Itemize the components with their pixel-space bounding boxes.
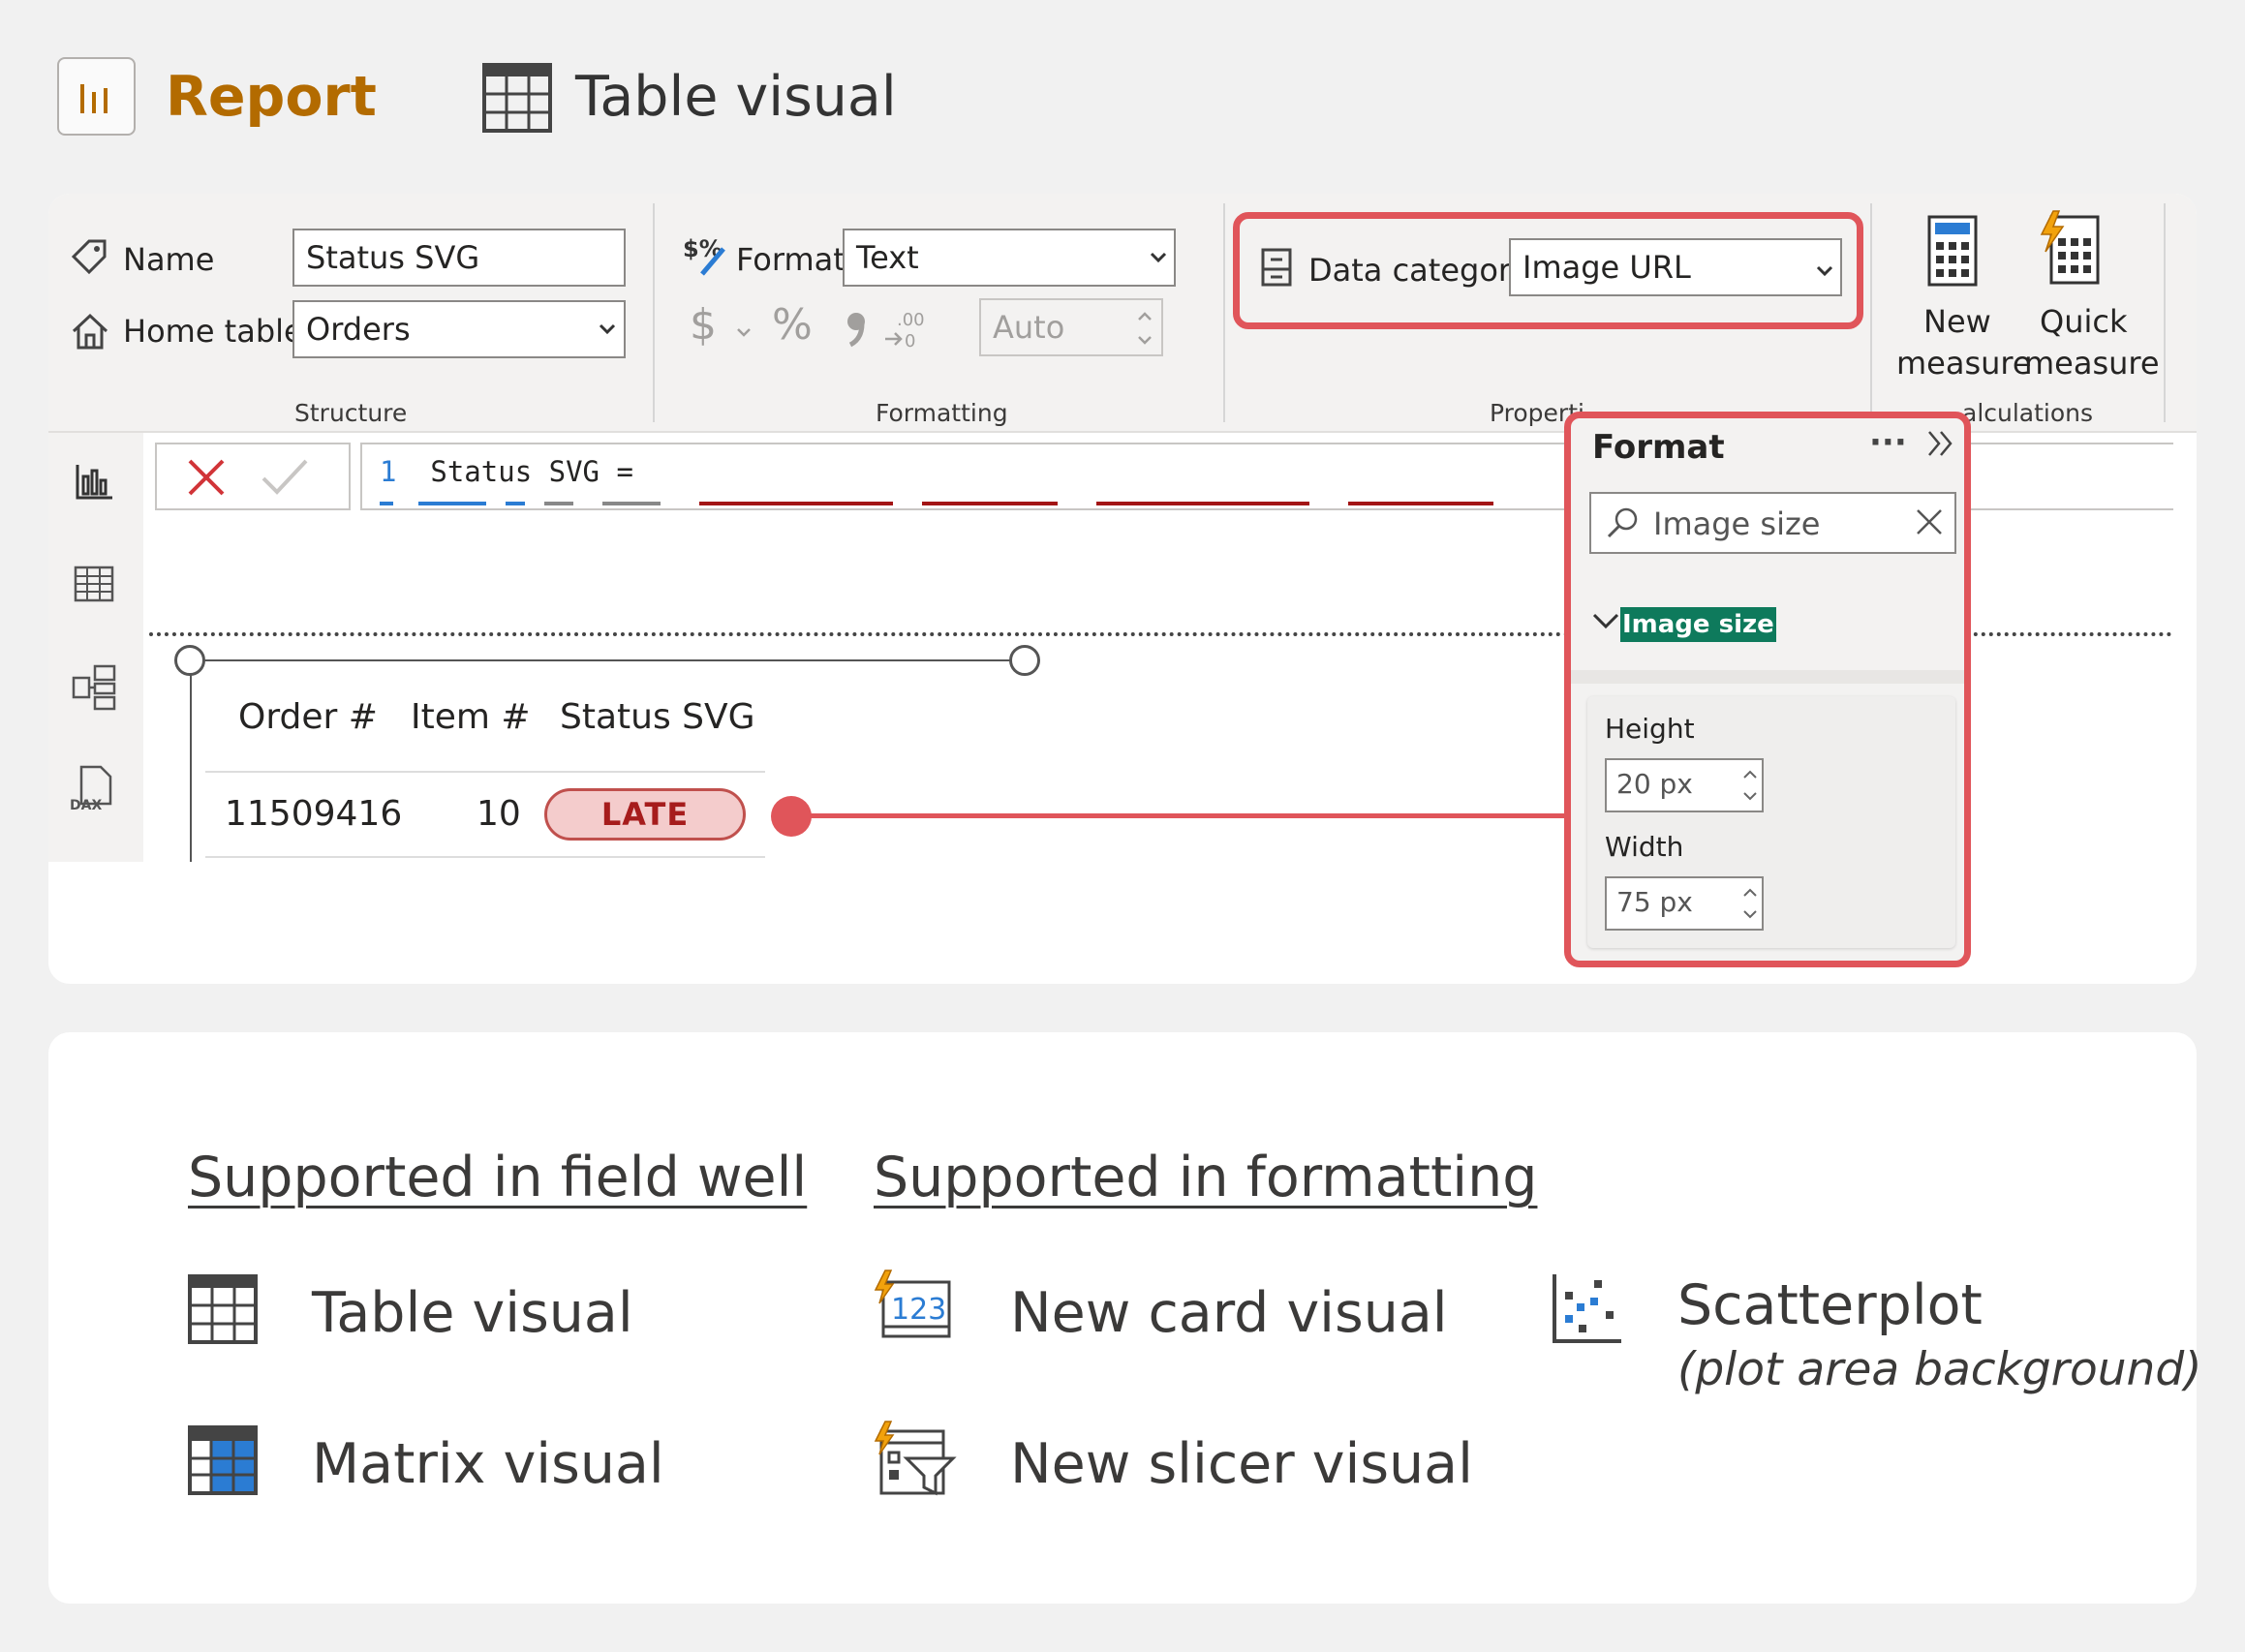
column-header-item[interactable]: Item # bbox=[411, 693, 531, 742]
svg-text:.00: .00 bbox=[897, 310, 925, 330]
currency-button[interactable]: $ bbox=[690, 304, 717, 347]
report-view-rail-icon[interactable] bbox=[76, 463, 114, 500]
visual-frame bbox=[190, 659, 192, 862]
report-view-icon[interactable] bbox=[57, 57, 136, 136]
group-divider bbox=[1870, 203, 1872, 422]
quick-measure-label-1[interactable]: Quick bbox=[2040, 300, 2127, 343]
format-pane: Format ··· Image size Image size Height … bbox=[1564, 412, 1971, 967]
group-divider bbox=[1223, 203, 1225, 422]
report-label: Report bbox=[166, 65, 377, 129]
formatting-item-new-card: New card visual bbox=[1010, 1281, 1448, 1345]
model-view-rail-icon[interactable] bbox=[72, 664, 118, 711]
table-visual-icon bbox=[482, 63, 552, 133]
formatting-heading: Supported in formatting bbox=[874, 1146, 1538, 1209]
group-divider bbox=[2164, 203, 2166, 422]
spinner-arrows-icon[interactable] bbox=[1135, 306, 1154, 351]
width-label: Width bbox=[1605, 831, 1684, 863]
home-icon bbox=[70, 312, 110, 351]
resize-handle[interactable] bbox=[174, 645, 205, 676]
field-well-heading: Supported in field well bbox=[188, 1146, 808, 1209]
resize-handle[interactable] bbox=[1009, 645, 1040, 676]
search-icon bbox=[1605, 505, 1640, 540]
chevron-down-icon bbox=[736, 327, 752, 337]
format-search-input[interactable]: Image size bbox=[1589, 492, 1956, 554]
chevron-down-icon bbox=[599, 323, 616, 335]
chevron-down-icon bbox=[1150, 252, 1167, 263]
table-visual-label: Table visual bbox=[575, 65, 897, 129]
column-header-order[interactable]: Order # bbox=[238, 693, 378, 742]
quick-measure-icon[interactable] bbox=[2034, 209, 2102, 287]
section-separator bbox=[1571, 670, 1964, 684]
new-measure-label-1[interactable]: New bbox=[1923, 300, 1991, 343]
data-category-highlight bbox=[1233, 212, 1863, 329]
group-divider bbox=[653, 203, 655, 422]
spinner-arrows-icon[interactable] bbox=[1740, 882, 1760, 925]
callout-connector bbox=[804, 813, 1569, 818]
new-measure-label-2[interactable]: measure bbox=[1896, 342, 2032, 384]
name-input[interactable]: Status SVG bbox=[292, 229, 626, 287]
home-table-value: Orders bbox=[306, 311, 411, 348]
format-value: Text bbox=[856, 239, 919, 276]
formula-code: Status SVG = bbox=[430, 455, 633, 488]
formula-bar-buttons bbox=[155, 443, 351, 510]
percent-button[interactable]: % bbox=[772, 304, 813, 347]
format-pane-title: Format bbox=[1592, 428, 1725, 467]
calculations-group-label: alculations bbox=[1962, 399, 2094, 427]
new-slicer-visual-icon bbox=[874, 1420, 957, 1497]
table-visual-icon bbox=[188, 1274, 258, 1344]
matrix-visual-icon bbox=[188, 1425, 258, 1495]
new-measure-icon[interactable] bbox=[1927, 215, 1978, 287]
card-icon-text: 123 bbox=[891, 1293, 946, 1327]
status-svg-late-badge: LATE bbox=[544, 788, 746, 841]
decimal-places-icon[interactable]: .00 0 bbox=[883, 306, 928, 351]
format-label: Format bbox=[736, 241, 846, 278]
comma-style-icon[interactable] bbox=[843, 310, 872, 349]
visual-frame bbox=[190, 659, 1025, 661]
svg-text:DAX: DAX bbox=[70, 798, 102, 813]
tag-icon bbox=[70, 237, 108, 276]
field-well-item-table: Table visual bbox=[312, 1281, 633, 1345]
spinner-arrows-icon[interactable] bbox=[1740, 764, 1760, 807]
formatting-item-new-slicer: New slicer visual bbox=[1010, 1432, 1473, 1496]
row-divider bbox=[205, 856, 765, 858]
svg-text:0: 0 bbox=[905, 331, 915, 351]
home-table-label: Home table bbox=[123, 313, 303, 350]
scatterplot-icon bbox=[1552, 1272, 1623, 1344]
quick-measure-label-2[interactable]: measure bbox=[2024, 342, 2160, 384]
callout-dot bbox=[771, 796, 812, 837]
format-select[interactable]: Text bbox=[843, 229, 1176, 287]
new-card-visual-icon: 123 bbox=[874, 1269, 953, 1342]
commit-formula-icon[interactable] bbox=[260, 457, 310, 498]
dax-query-view-rail-icon[interactable]: DAX bbox=[68, 765, 116, 813]
column-header-status-svg[interactable]: Status SVG bbox=[560, 693, 755, 742]
scatterplot-note: (plot area background) bbox=[1677, 1343, 2202, 1396]
cell-order: 11509416 bbox=[225, 794, 403, 834]
height-label: Height bbox=[1605, 713, 1695, 745]
home-table-select[interactable]: Orders bbox=[292, 300, 626, 358]
image-size-card: Height 20 px Width 75 px bbox=[1587, 696, 1955, 948]
table-view-rail-icon[interactable] bbox=[74, 566, 114, 602]
collapse-pane-icon[interactable] bbox=[1925, 430, 1954, 457]
search-value: Image size bbox=[1653, 505, 1821, 542]
decimals-value: Auto bbox=[993, 309, 1065, 346]
more-options-icon[interactable]: ··· bbox=[1869, 418, 1907, 467]
formula-line-2-clipped bbox=[380, 499, 1542, 508]
line-number: 1 bbox=[380, 455, 397, 488]
name-label: Name bbox=[123, 241, 215, 278]
formatting-group-label: Formatting bbox=[876, 399, 1008, 427]
height-value: 20 px bbox=[1616, 768, 1693, 800]
cancel-formula-icon[interactable] bbox=[186, 457, 227, 498]
formatting-item-scatterplot: Scatterplot bbox=[1677, 1273, 1983, 1337]
clear-search-icon[interactable] bbox=[1915, 507, 1944, 536]
image-size-section-header[interactable]: Image size bbox=[1620, 607, 1776, 642]
cell-item: 10 bbox=[477, 794, 521, 834]
header-divider bbox=[205, 771, 765, 773]
formula-line-1[interactable]: 1 Status SVG = bbox=[380, 452, 633, 491]
width-value: 75 px bbox=[1616, 886, 1693, 918]
chevron-down-icon[interactable] bbox=[1592, 612, 1619, 629]
structure-group-label: Structure bbox=[294, 399, 408, 427]
field-well-item-matrix: Matrix visual bbox=[312, 1432, 664, 1496]
format-icon: $% bbox=[683, 235, 729, 278]
